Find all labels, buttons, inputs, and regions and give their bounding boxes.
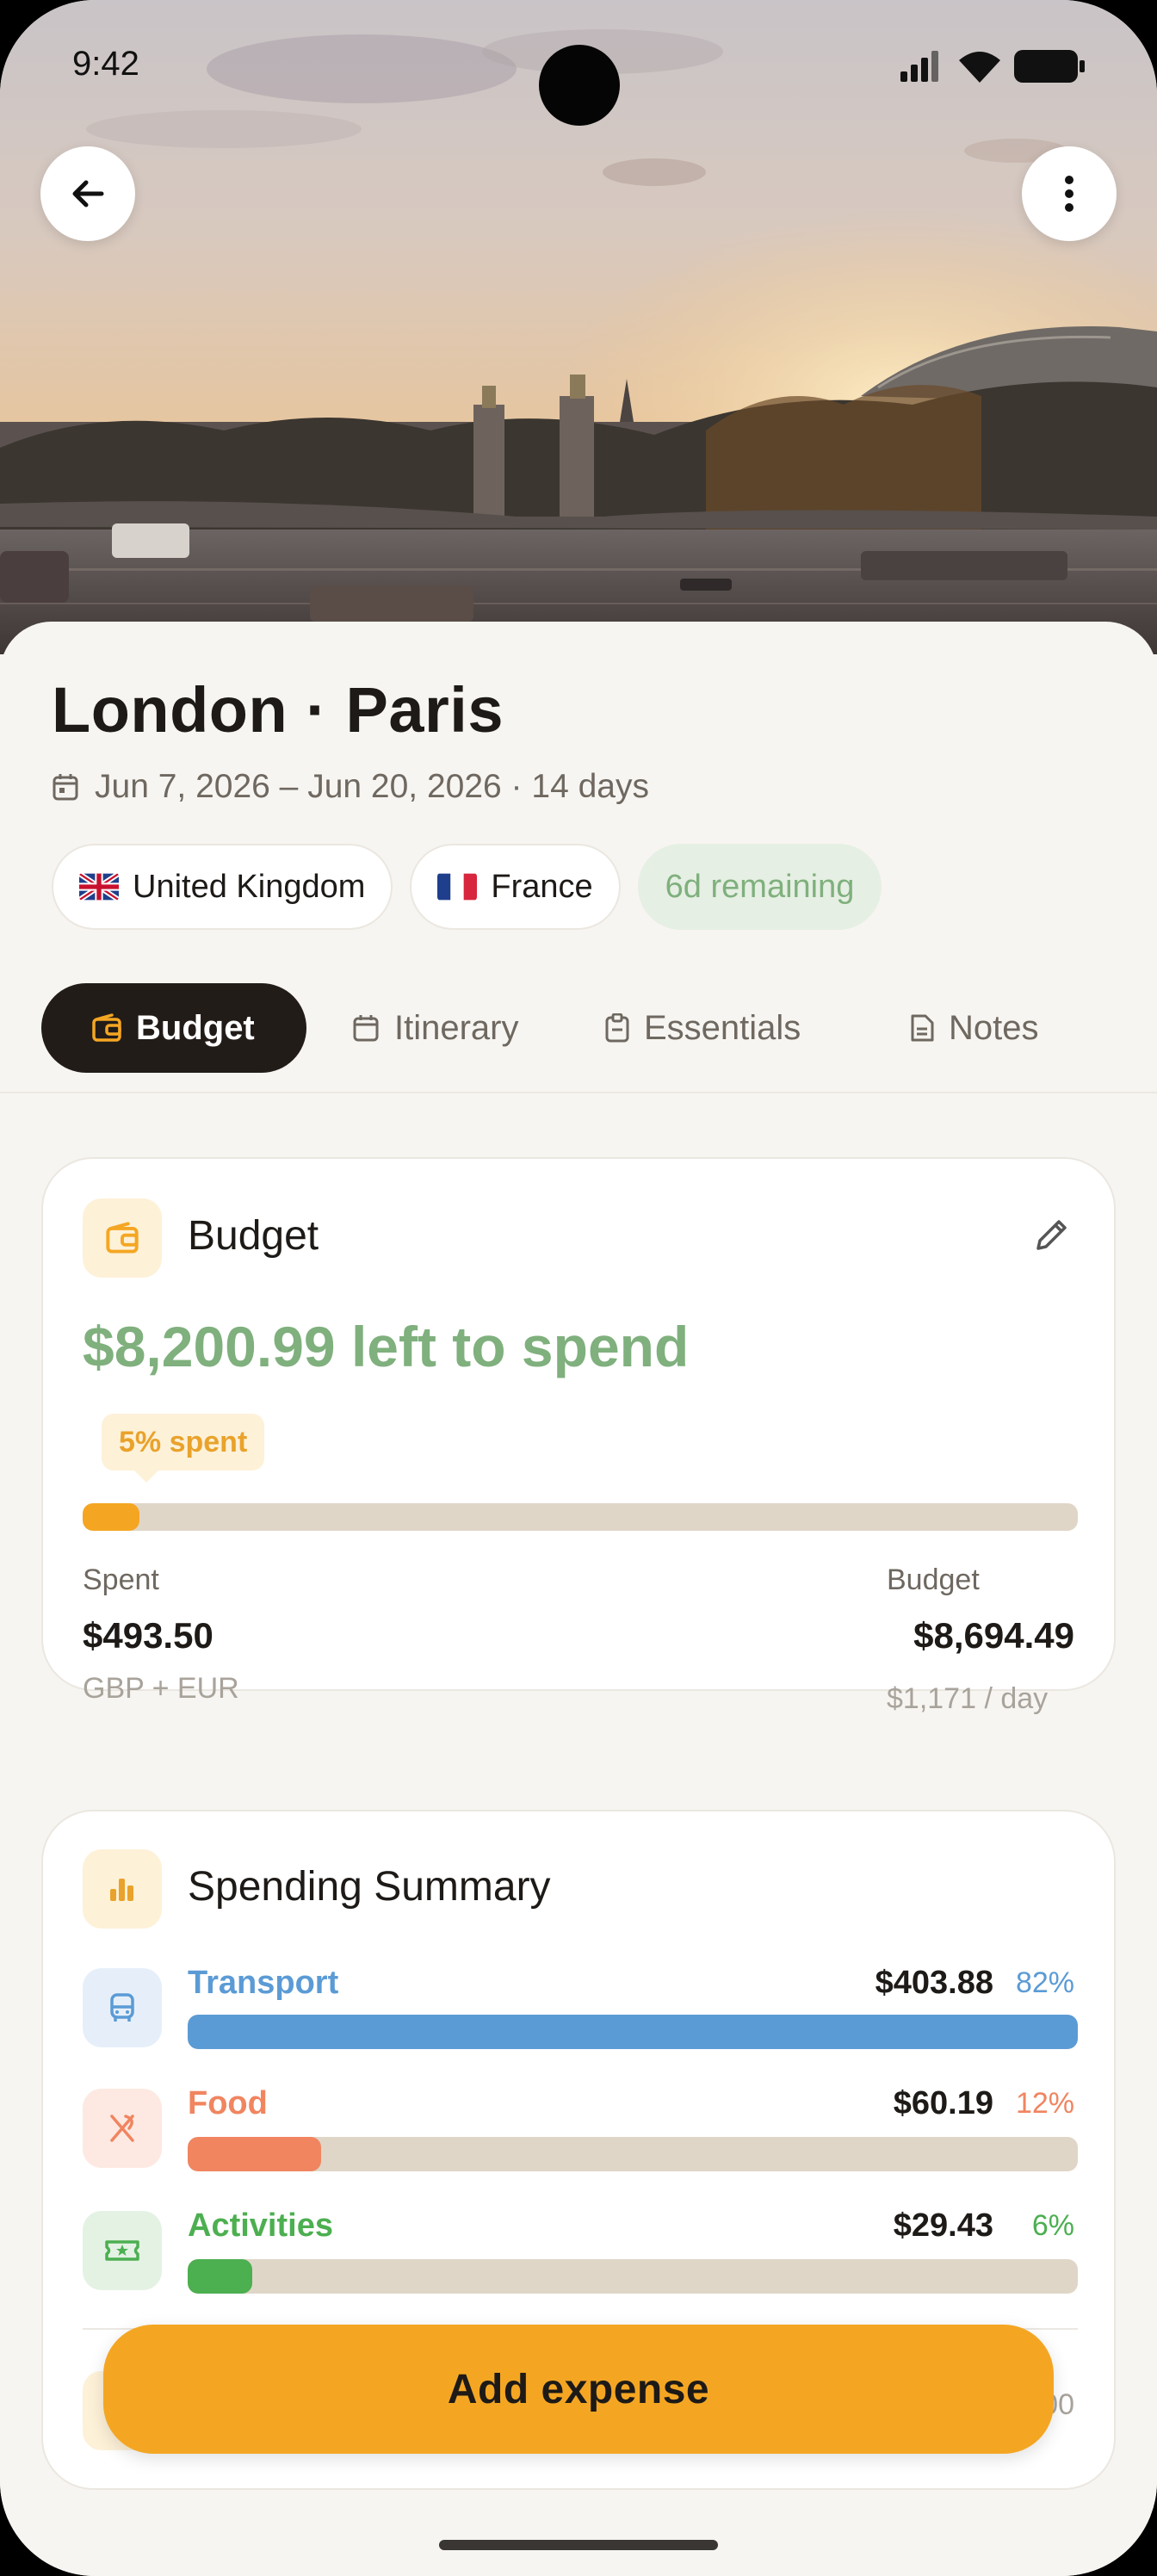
- chip-united-kingdom[interactable]: United Kingdom: [52, 844, 393, 930]
- chip-france[interactable]: France: [410, 844, 621, 930]
- budget-progress-fill: [83, 1503, 139, 1531]
- status-time: 9:42: [72, 45, 139, 83]
- utensils-icon: [83, 2089, 162, 2168]
- chip-label: United Kingdom: [133, 868, 366, 905]
- budget-progress-bar: [83, 1503, 1078, 1531]
- front-camera: [539, 45, 620, 126]
- wifi-icon: [959, 52, 1000, 83]
- budget-card-title: Budget: [188, 1213, 319, 1259]
- trip-tabs: Budget Itinerary Essentials Notes: [41, 983, 1116, 1073]
- battery-icon: [1014, 50, 1085, 83]
- ticket-icon: [83, 2211, 162, 2290]
- france-flag-icon: [437, 873, 478, 901]
- add-expense-label: Add expense: [447, 2366, 710, 2412]
- bar-chart-icon: [83, 1849, 162, 1929]
- calendar-icon: [353, 1015, 379, 1042]
- uk-flag-icon: [79, 873, 119, 901]
- status-icons: [900, 50, 1085, 83]
- bus-icon: [83, 1968, 162, 2047]
- signal-icon: [900, 51, 938, 82]
- category-amount-transport: $403.88: [875, 1965, 993, 2001]
- tabs-divider: [0, 1092, 1157, 1093]
- spending-summary-title: Spending Summary: [188, 1864, 551, 1910]
- budget-per-day: $1,171 / day: [887, 1682, 1049, 1715]
- edit-budget-button[interactable]: [1028, 1211, 1076, 1259]
- tab-notes[interactable]: Notes: [909, 983, 1039, 1073]
- category-name-transport: Transport: [188, 1965, 339, 2001]
- category-bar-fill-activities: [188, 2259, 253, 2294]
- chip-days-remaining: 6d remaining: [637, 844, 882, 930]
- category-bar-transport: [188, 2015, 1078, 2049]
- category-percent-activities: 6%: [1031, 2209, 1074, 2242]
- trip-dates: Jun 7, 2026 – Jun 20, 2026 · 14 days: [52, 768, 649, 806]
- spent-value: $493.50: [83, 1615, 213, 1656]
- category-amount-food: $60.19: [893, 2085, 993, 2121]
- document-icon: [911, 1014, 934, 1042]
- status-bar: 9:42: [0, 0, 1157, 138]
- trip-dates-text: Jun 7, 2026 – Jun 20, 2026 · 14 days: [95, 768, 649, 805]
- tab-essentials[interactable]: Essentials: [604, 983, 801, 1073]
- wallet-icon: [83, 1198, 162, 1278]
- category-bar-activities: [188, 2259, 1078, 2294]
- chip-label: 6d remaining: [665, 868, 855, 905]
- trip-chips: United Kingdom France 6d remaining: [52, 844, 882, 930]
- calendar-icon: [53, 774, 78, 801]
- budget-value: $8,694.49: [913, 1615, 1074, 1656]
- category-bar-fill-food: [188, 2137, 322, 2171]
- category-name-activities: Activities: [188, 2208, 333, 2244]
- more-options-button[interactable]: [1022, 146, 1117, 241]
- chip-label: France: [491, 868, 593, 905]
- category-bar-fill-transport: [188, 2015, 1078, 2049]
- category-amount-activities: $29.43: [893, 2208, 993, 2244]
- add-expense-button[interactable]: Add expense: [103, 2325, 1054, 2454]
- trip-title: London · Paris: [52, 674, 504, 746]
- tab-label: Notes: [949, 1008, 1039, 1047]
- percent-spent-text: 5% spent: [119, 1425, 248, 1458]
- category-percent-food: 12%: [1015, 2087, 1074, 2120]
- spent-currencies: GBP + EUR: [83, 1672, 239, 1705]
- percent-spent-badge: 5% spent: [102, 1414, 265, 1483]
- left-to-spend: $8,200.99 left to spend: [83, 1315, 690, 1378]
- clipboard-icon: [605, 1013, 629, 1043]
- arrow-left-icon: [72, 180, 104, 207]
- budget-card: Budget $8,200.99 left to spend 5% spent …: [41, 1157, 1116, 1715]
- pencil-icon: [1036, 1220, 1067, 1250]
- spent-label: Spent: [83, 1564, 159, 1596]
- tab-label: Budget: [136, 1008, 255, 1047]
- tab-budget[interactable]: Budget: [41, 983, 306, 1073]
- tab-itinerary[interactable]: Itinerary: [351, 983, 519, 1073]
- tab-label: Essentials: [644, 1008, 801, 1047]
- more-vertical-icon: [1065, 176, 1073, 212]
- category-percent-transport: 82%: [1015, 1966, 1074, 1999]
- phone-screen: 9:42 London · Paris Jun 7, 2026 – Jun 20…: [0, 0, 1157, 2576]
- back-button[interactable]: [40, 146, 135, 241]
- category-bar-food: [188, 2137, 1078, 2171]
- home-indicator[interactable]: [439, 2540, 718, 2550]
- tab-label: Itinerary: [394, 1008, 519, 1047]
- budget-label: Budget: [887, 1564, 980, 1596]
- category-name-food: Food: [188, 2085, 268, 2121]
- wallet-icon: [92, 1013, 121, 1042]
- trip-details-sheet: London · Paris Jun 7, 2026 – Jun 20, 202…: [0, 622, 1157, 2576]
